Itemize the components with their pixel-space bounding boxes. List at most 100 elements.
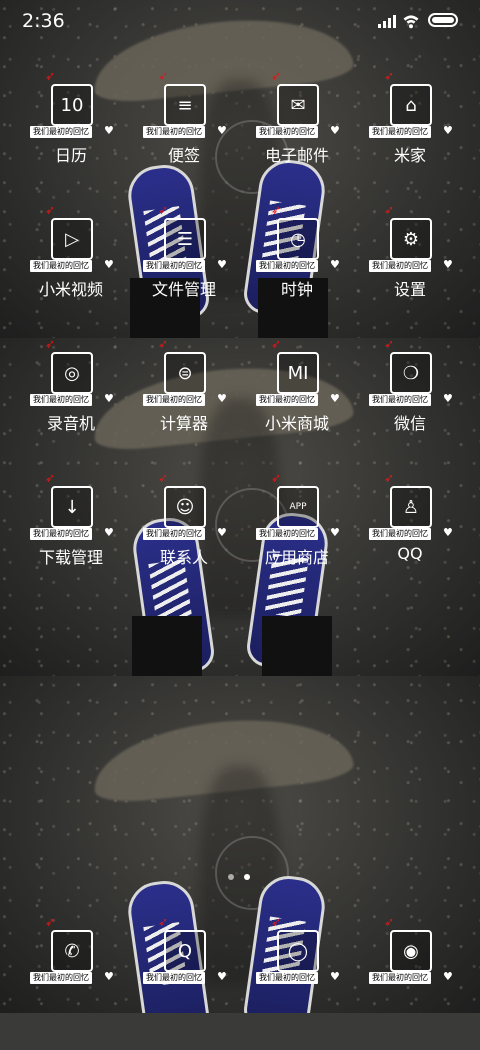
app-calculator[interactable]: ➶ ⊜ 我们最初的回忆 ♥ 计算器 — [129, 338, 239, 472]
app-qq[interactable]: ➶ ♙ 我们最初的回忆 ♥ QQ — [355, 472, 465, 606]
pin-icon: ➶ — [157, 337, 169, 351]
pin-icon: ➶ — [44, 337, 56, 351]
pin-icon: ➶ — [383, 203, 395, 217]
icon-glyph: ⌂ — [405, 94, 417, 116]
heart-icon: ♥ — [217, 970, 227, 983]
recorder-icon: ◎ — [51, 352, 93, 394]
dock-browser[interactable]: ➶ Q 我们最初的回忆 ♥ — [129, 916, 239, 1050]
heart-icon: ♥ — [104, 258, 114, 271]
app-recorder[interactable]: ➶ ◎ 我们最初的回忆 ♥ 录音机 — [16, 338, 126, 472]
contacts-icon: ☺ — [164, 486, 206, 528]
pin-icon: ➶ — [383, 471, 395, 485]
app-label: 米家 — [393, 146, 426, 165]
pin-icon: ➶ — [383, 337, 395, 351]
pants — [262, 616, 332, 676]
app-ribbon: 我们最初的回忆 — [369, 972, 431, 984]
calculator-icon: ⊜ — [164, 352, 206, 394]
app-ribbon: 我们最初的回忆 — [369, 528, 431, 540]
heart-icon: ♥ — [217, 526, 227, 539]
icon-glyph: ✉ — [290, 94, 306, 116]
app-mijia[interactable]: ➶ ⌂ 我们最初的回忆 ♥ 米家 — [355, 70, 465, 204]
icon-glyph: ✆ — [64, 940, 80, 962]
dock-camera[interactable]: ➶ ◉ 我们最初的回忆 ♥ — [355, 916, 465, 1050]
app-wechat[interactable]: ➶ ❍ 我们最初的回忆 ♥ 微信 — [355, 338, 465, 472]
battery-icon — [428, 13, 458, 27]
app-label: 联系人 — [159, 548, 208, 567]
pants — [132, 616, 202, 676]
heart-icon: ♥ — [443, 526, 453, 539]
pin-icon: ➶ — [44, 203, 56, 217]
heart-icon: ♥ — [217, 124, 227, 137]
heart-icon: ♥ — [330, 124, 340, 137]
app-ribbon: 我们最初的回忆 — [369, 126, 431, 138]
mi-store-icon: MI — [277, 352, 319, 394]
app-ribbon: 我们最初的回忆 — [30, 260, 92, 272]
app-label: 小米商城 — [264, 414, 329, 433]
icon-glyph: APP — [289, 502, 307, 512]
page-dot[interactable] — [228, 874, 234, 880]
heart-icon: ♥ — [217, 392, 227, 405]
pin-icon: ➶ — [44, 69, 56, 83]
app-ribbon: 我们最初的回忆 — [30, 972, 92, 984]
settings-icon: ⚙ — [390, 218, 432, 260]
download-icon: ↓ — [51, 486, 93, 528]
pin-icon: ➶ — [44, 915, 56, 929]
status-time: 2:36 — [22, 10, 65, 32]
mijia-icon: ⌂ — [390, 84, 432, 126]
app-label: 电子邮件 — [264, 146, 329, 165]
clock-icon: ◷ — [277, 218, 319, 260]
app-file-manager[interactable]: ➶ ☰ 我们最初的回忆 ♥ 文件管理 — [129, 204, 239, 338]
pin-icon: ➶ — [44, 471, 56, 485]
wechat-icon: ❍ — [390, 352, 432, 394]
notes-icon: ≡ — [164, 84, 206, 126]
icon-glyph: ♙ — [402, 496, 420, 518]
app-contacts[interactable]: ➶ ☺ 我们最初的回忆 ♥ 联系人 — [129, 472, 239, 606]
app-notes[interactable]: ➶ ≡ 我们最初的回忆 ♥ 便签 — [129, 70, 239, 204]
icon-glyph: ◯ — [287, 940, 309, 962]
heart-icon: ♥ — [443, 392, 453, 405]
app-settings[interactable]: ➶ ⚙ 我们最初的回忆 ♥ 设置 — [355, 204, 465, 338]
app-ribbon: 我们最初的回忆 — [143, 260, 205, 272]
icon-glyph: Q — [177, 940, 193, 962]
icon-glyph: ▷ — [65, 228, 79, 250]
pin-icon: ➶ — [157, 915, 169, 929]
phone-icon: ✆ — [51, 930, 93, 972]
app-ribbon: 我们最初的回忆 — [30, 394, 92, 406]
page-dot-active[interactable] — [244, 874, 250, 880]
app-label: 下载管理 — [38, 548, 103, 567]
app-download[interactable]: ➶ ↓ 我们最初的回忆 ♥ 下载管理 — [16, 472, 126, 606]
heart-icon: ♥ — [104, 526, 114, 539]
app-label: 时钟 — [280, 280, 313, 299]
icon-glyph: ❍ — [402, 362, 420, 384]
icon-glyph: ≡ — [177, 94, 193, 116]
app-store-icon: APP — [277, 486, 319, 528]
status-bar: 2:36 — [0, 0, 480, 44]
app-video[interactable]: ➶ ▷ 我们最初的回忆 ♥ 小米视频 — [16, 204, 126, 338]
app-ribbon: 我们最初的回忆 — [256, 126, 318, 138]
wifi-icon — [403, 15, 419, 29]
app-mi-store[interactable]: ➶ MI 我们最初的回忆 ♥ 小米商城 — [242, 338, 352, 472]
icon-glyph: ↓ — [64, 496, 80, 518]
app-calendar[interactable]: ➶ 10 我们最初的回忆 ♥ 日历 — [16, 70, 126, 204]
calendar-icon: 10 — [51, 84, 93, 126]
dock-phone[interactable]: ➶ ✆ 我们最初的回忆 ♥ — [16, 916, 126, 1050]
file-manager-icon: ☰ — [164, 218, 206, 260]
page-indicator — [228, 874, 250, 880]
heart-icon: ♥ — [443, 258, 453, 271]
app-label: QQ — [397, 544, 423, 563]
app-app-store[interactable]: ➶ APP 我们最初的回忆 ♥ 应用商店 — [242, 472, 352, 606]
qq-icon: ♙ — [390, 486, 432, 528]
app-clock[interactable]: ➶ ◷ 我们最初的回忆 ♥ 时钟 — [242, 204, 352, 338]
app-ribbon: 我们最初的回忆 — [256, 972, 318, 984]
pin-icon: ➶ — [157, 203, 169, 217]
pin-icon: ➶ — [270, 915, 282, 929]
app-ribbon: 我们最初的回忆 — [256, 394, 318, 406]
icon-glyph: MI — [287, 362, 309, 384]
heart-icon: ♥ — [330, 526, 340, 539]
app-mail[interactable]: ➶ ✉ 我们最初的回忆 ♥ 电子邮件 — [242, 70, 352, 204]
pin-icon: ➶ — [383, 69, 395, 83]
heart-icon: ♥ — [217, 258, 227, 271]
dock-messages[interactable]: ➶ ◯ 我们最初的回忆 ♥ — [242, 916, 352, 1050]
app-ribbon: 我们最初的回忆 — [369, 394, 431, 406]
icon-glyph: 10 — [60, 94, 84, 116]
